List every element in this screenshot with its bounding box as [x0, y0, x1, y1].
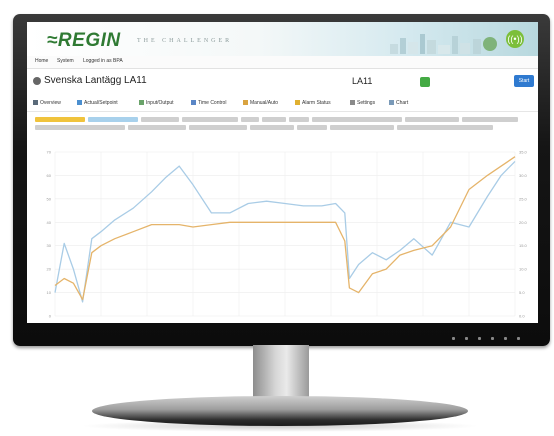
y-tick-label-right: 25.0	[519, 196, 528, 201]
nav-item-home[interactable]: Home	[35, 58, 48, 64]
regin-logo: ≈REGIN	[47, 30, 121, 51]
series-chip[interactable]	[88, 117, 138, 122]
tab-label: Alarm Status	[302, 100, 331, 106]
device-id: LA11	[352, 76, 373, 86]
series-chip[interactable]	[297, 125, 327, 130]
monitor-button[interactable]	[491, 337, 494, 340]
tab-label: Manual/Auto	[250, 100, 279, 106]
y-tick-label-right: 15.0	[519, 243, 528, 248]
series-chip[interactable]	[189, 125, 247, 130]
series-chip[interactable]	[462, 117, 518, 122]
status-indicator	[420, 77, 430, 87]
wireless-icon: ((•))	[506, 30, 524, 48]
tab-input-output[interactable]: Input/Output	[139, 100, 174, 106]
header-banner: ≈REGIN THE CHALLENGER ((•))	[27, 22, 538, 56]
series-chip[interactable]	[35, 125, 125, 130]
tab-label: Chart	[396, 100, 409, 106]
y-tick-label-right: 0.0	[519, 314, 525, 319]
chart-icon	[389, 100, 394, 105]
series-chip[interactable]	[289, 117, 309, 122]
y-tick-label-left: 10	[47, 290, 52, 295]
page-title: Svenska Lantägg LA11	[44, 75, 147, 86]
tab-label: Time Control	[198, 100, 227, 106]
tab-overview[interactable]: Overview	[33, 100, 61, 106]
series-chip[interactable]	[312, 117, 402, 122]
y-tick-label-left: 20	[47, 267, 52, 272]
grid-icon	[33, 100, 38, 105]
nav-item-user: Logged in as BPA	[83, 58, 123, 64]
y-tick-label-left: 70	[47, 150, 52, 155]
monitor-button[interactable]	[452, 337, 455, 340]
tab-bar: Overview Actual/Setpoint Input/Output Ti…	[27, 97, 538, 112]
y-tick-label-left: 40	[47, 220, 52, 225]
tab-label: Actual/Setpoint	[84, 100, 118, 106]
tab-label: Settings	[357, 100, 376, 106]
series-chip[interactable]	[405, 117, 459, 122]
monitor-controls	[452, 327, 530, 345]
y-tick-label-left: 50	[47, 196, 52, 201]
hand-icon	[243, 100, 248, 105]
calendar-icon	[191, 100, 196, 105]
series-chip[interactable]	[262, 117, 286, 122]
monitor-stand-base	[92, 396, 468, 426]
monitor-stand-neck	[253, 345, 309, 403]
series-chip[interactable]	[141, 117, 179, 122]
alarm-icon	[295, 100, 300, 105]
nav-item-system[interactable]: System	[57, 58, 74, 64]
series-chip[interactable]	[241, 117, 259, 122]
series-chip[interactable]	[182, 117, 238, 122]
monitor-button[interactable]	[504, 337, 507, 340]
monitor-button[interactable]	[465, 337, 468, 340]
y-tick-label-right: 35.0	[519, 150, 528, 155]
y-tick-label-left: 0	[49, 314, 52, 319]
tagline: THE CHALLENGER	[137, 38, 233, 44]
monitor-button[interactable]	[478, 337, 481, 340]
io-icon	[139, 100, 144, 105]
y-tick-label-right: 20.0	[519, 220, 528, 225]
series-chip[interactable]	[250, 125, 294, 130]
device-icon	[33, 77, 41, 85]
series-chip[interactable]	[35, 117, 85, 122]
start-button[interactable]: Start	[514, 75, 534, 87]
tab-label: Overview	[40, 100, 61, 106]
gear-icon	[350, 100, 355, 105]
check-icon	[77, 100, 82, 105]
series-chip[interactable]	[330, 125, 394, 130]
tab-label: Input/Output	[146, 100, 174, 106]
tab-settings[interactable]: Settings	[350, 100, 375, 106]
tab-actual-setpoint[interactable]: Actual/Setpoint	[77, 100, 118, 106]
series-chip[interactable]	[128, 125, 186, 130]
tab-manual-auto[interactable]: Manual/Auto	[243, 100, 278, 106]
y-tick-label-right: 30.0	[519, 173, 528, 178]
tab-time-control[interactable]: Time Control	[191, 100, 226, 106]
tab-chart[interactable]: Chart	[389, 100, 408, 106]
title-bar: Svenska Lantägg LA11 LA11 Start	[27, 72, 538, 94]
y-tick-label-right: 10.0	[519, 267, 528, 272]
y-tick-label-left: 30	[47, 243, 52, 248]
monitor-button[interactable]	[517, 337, 520, 340]
y-tick-label-left: 60	[47, 173, 52, 178]
monitor-screen: ≈REGIN THE CHALLENGER ((•)) Home System …	[27, 22, 538, 323]
top-navigation: Home System Logged in as BPA	[27, 56, 538, 69]
y-tick-label-right: 5.0	[519, 290, 525, 295]
series-chip[interactable]	[397, 125, 493, 130]
tab-alarm-status[interactable]: Alarm Status	[295, 100, 331, 106]
skyline-icon	[390, 34, 497, 54]
trend-chart: 70 35.0 60 30.0 50 25.0 40 20.0 30 15.0 20 10.0 10 5.…	[47, 150, 528, 319]
series-selector	[33, 115, 533, 137]
